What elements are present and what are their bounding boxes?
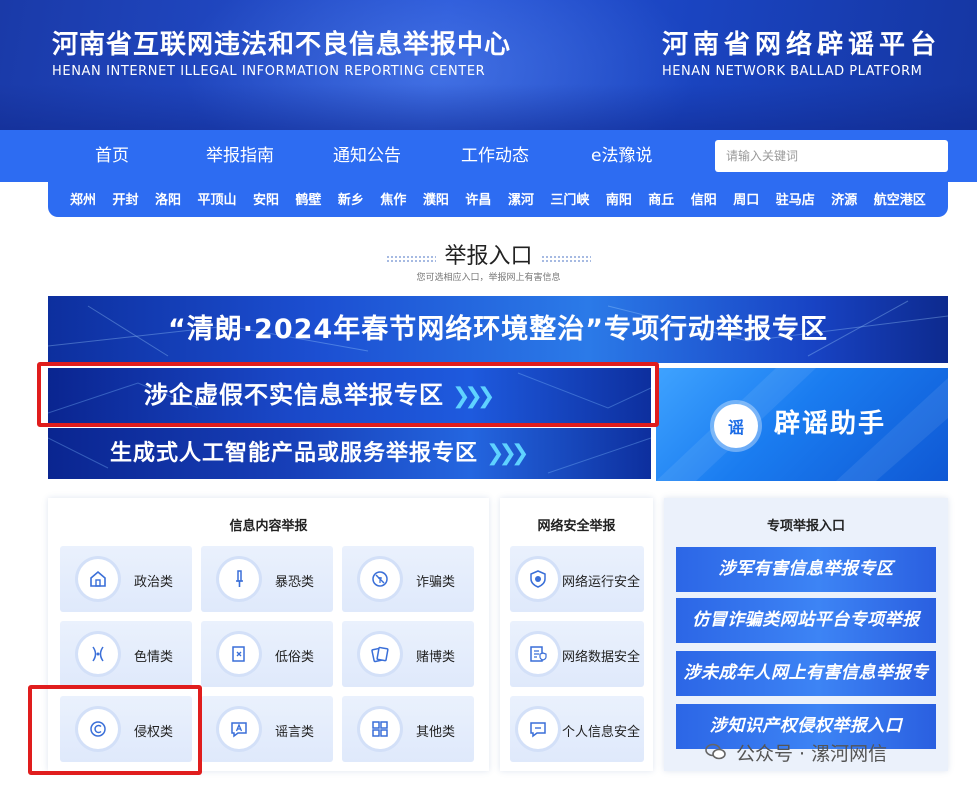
category-label: 谣言类 <box>275 725 315 740</box>
city-link[interactable]: 安阳 <box>253 189 279 208</box>
category-label: 个人信息安全 <box>562 725 641 740</box>
ai-report-text: 生成式人工智能产品或服务举报专区 <box>110 441 479 466</box>
rumor-badge-icon: 谣 <box>714 404 758 448</box>
report-category-other[interactable]: 其他类 <box>342 696 474 762</box>
city-link[interactable]: 鹤壁 <box>295 189 321 208</box>
category-label: 网络运行安全 <box>562 575 641 590</box>
city-link[interactable]: 南阳 <box>606 189 632 208</box>
section-heading: 举报入口 <box>0 238 977 270</box>
city-link[interactable]: 驻马店 <box>776 189 815 208</box>
city-link[interactable]: 航空港区 <box>874 189 926 208</box>
category-label: 其他类 <box>416 725 456 740</box>
rumor-assistant-banner[interactable]: 谣 辟谣助手 <box>656 368 948 481</box>
nav-item-news[interactable]: 工作动态 <box>461 130 529 182</box>
document-shield-icon <box>518 634 558 674</box>
nav-item-notices[interactable]: 通知公告 <box>333 130 401 182</box>
section-title: 举报入口 <box>444 244 533 269</box>
rumor-assistant-text: 辟谣助手 <box>774 409 887 439</box>
category-label: 暴恐类 <box>275 575 315 590</box>
report-network-data[interactable]: 网络数据安全 <box>510 621 644 687</box>
fraud-icon <box>360 559 400 599</box>
category-label: 诈骗类 <box>416 575 456 590</box>
ai-report-banner[interactable]: 生成式人工智能产品或服务举报专区 ❯❯❯ <box>48 428 651 479</box>
city-link[interactable]: 漯河 <box>508 189 534 208</box>
report-category-infringement[interactable]: 侵权类 <box>60 696 192 762</box>
header-left-subtitle: HENAN INTERNET ILLEGAL INFORMATION REPOR… <box>52 64 486 79</box>
city-link[interactable]: 三门峡 <box>550 189 589 208</box>
city-link[interactable]: 信阳 <box>691 189 717 208</box>
cards-icon <box>360 634 400 674</box>
category-label: 侵权类 <box>134 725 174 740</box>
nav-item-guide[interactable]: 举报指南 <box>206 130 274 182</box>
site-header: 河南省互联网违法和不良信息举报中心 HENAN INTERNET ILLEGAL… <box>0 0 977 130</box>
report-category-rumor[interactable]: 谣言类 <box>201 696 333 762</box>
ai-report-label: 生成式人工智能产品或服务举报专区 ❯❯❯ <box>110 428 529 479</box>
knife-icon <box>219 559 259 599</box>
header-right-subtitle: HENAN NETWORK BALLAD PLATFORM <box>661 64 923 79</box>
header-left-title: 河南省互联网违法和不良信息举报中心 <box>52 30 512 60</box>
info-content-panel: 信息内容举报 政治类 暴恐类 诈骗类 色情类 低俗类 赌博类 侵权类 谣言类 其… <box>48 498 489 771</box>
city-link[interactable]: 济源 <box>831 189 857 208</box>
enterprise-report-banner[interactable]: 涉企虚假不实信息举报专区 ❯❯❯ <box>48 368 651 423</box>
header-left-logo[interactable]: 河南省互联网违法和不良信息举报中心 HENAN INTERNET ILLEGAL… <box>52 28 511 79</box>
page: 河南省互联网违法和不良信息举报中心 HENAN INTERNET ILLEGAL… <box>0 0 977 788</box>
info-panel-title: 信息内容举报 <box>229 519 308 534</box>
category-label: 赌博类 <box>416 650 456 665</box>
shield-globe-icon <box>518 559 558 599</box>
document-x-icon <box>219 634 259 674</box>
search-input[interactable] <box>715 140 948 172</box>
dots-decoration <box>386 254 437 263</box>
city-link[interactable]: 周口 <box>733 189 759 208</box>
wechat-watermark: 公众号 · 漯河网信 <box>704 736 887 768</box>
category-label: 色情类 <box>134 650 174 665</box>
speech-a-icon <box>219 709 259 749</box>
watermark-text: 公众号 · 漯河网信 <box>736 742 888 765</box>
qinglang-banner[interactable]: “清朗·2024年春节网络环境整治”专项行动举报专区 <box>48 296 948 363</box>
minor-report-link[interactable]: 涉未成年人网上有害信息举报专区 <box>676 651 936 728</box>
nav-item-home[interactable]: 首页 <box>95 130 129 182</box>
city-link[interactable]: 洛阳 <box>155 189 181 208</box>
city-link[interactable]: 焦作 <box>380 189 406 208</box>
city-link[interactable]: 开封 <box>112 189 138 208</box>
city-link[interactable]: 新乡 <box>338 189 364 208</box>
copyright-icon <box>78 709 118 749</box>
chat-bubble-icon <box>518 709 558 749</box>
report-network-operation[interactable]: 网络运行安全 <box>510 546 644 612</box>
double-chevron-right-icon: ❯❯❯ <box>452 384 495 409</box>
report-category-terror[interactable]: 暴恐类 <box>201 546 333 612</box>
enterprise-report-text: 涉企虚假不实信息举报专区 <box>144 381 444 409</box>
report-category-porn[interactable]: 色情类 <box>60 621 192 687</box>
city-link[interactable]: 平顶山 <box>197 189 236 208</box>
network-security-panel: 网络安全举报 网络运行安全 网络数据安全 个人信息安全 <box>500 498 653 771</box>
grid-icon <box>360 709 400 749</box>
report-category-politics[interactable]: 政治类 <box>60 546 192 612</box>
figure-icon <box>78 634 118 674</box>
double-chevron-right-icon: ❯❯❯ <box>486 441 529 466</box>
city-link[interactable]: 商丘 <box>648 189 674 208</box>
header-right-logo[interactable]: 河南省网络辟谣平台 HENAN NETWORK BALLAD PLATFORM <box>662 28 941 79</box>
building-icon <box>78 559 118 599</box>
category-label: 政治类 <box>134 575 174 590</box>
military-report-link[interactable]: 涉军有害信息举报专区 <box>676 547 936 592</box>
category-label: 低俗类 <box>275 650 315 665</box>
city-link[interactable]: 郑州 <box>70 189 96 208</box>
report-category-fraud[interactable]: 诈骗类 <box>342 546 474 612</box>
category-label: 网络数据安全 <box>562 650 641 665</box>
wechat-icon <box>705 743 726 760</box>
report-personal-info[interactable]: 个人信息安全 <box>510 696 644 762</box>
phishing-report-link[interactable]: 仿冒诈骗类网站平台专项举报 <box>676 598 936 643</box>
nav-item-efa[interactable]: e法豫说 <box>591 130 652 182</box>
header-right-title: 河南省网络辟谣平台 <box>661 30 941 60</box>
section-subtitle: 您可选相应入口，举报网上有害信息 <box>416 273 561 283</box>
enterprise-report-label: 涉企虚假不实信息举报专区 ❯❯❯ <box>144 368 495 423</box>
security-panel-title: 网络安全举报 <box>537 519 616 534</box>
qinglang-banner-text: “清朗·2024年春节网络环境整治”专项行动举报专区 <box>168 314 828 345</box>
city-bar: 郑州 开封 洛阳 平顶山 安阳 鹤壁 新乡 焦作 濮阳 许昌 漯河 三门峡 南阳… <box>48 180 948 217</box>
report-category-gambling[interactable]: 赌博类 <box>342 621 474 687</box>
report-category-vulgar[interactable]: 低俗类 <box>201 621 333 687</box>
city-link[interactable]: 濮阳 <box>423 189 449 208</box>
dots-decoration <box>540 254 591 263</box>
special-panel-title: 专项举报入口 <box>766 519 845 534</box>
city-link[interactable]: 许昌 <box>465 189 491 208</box>
